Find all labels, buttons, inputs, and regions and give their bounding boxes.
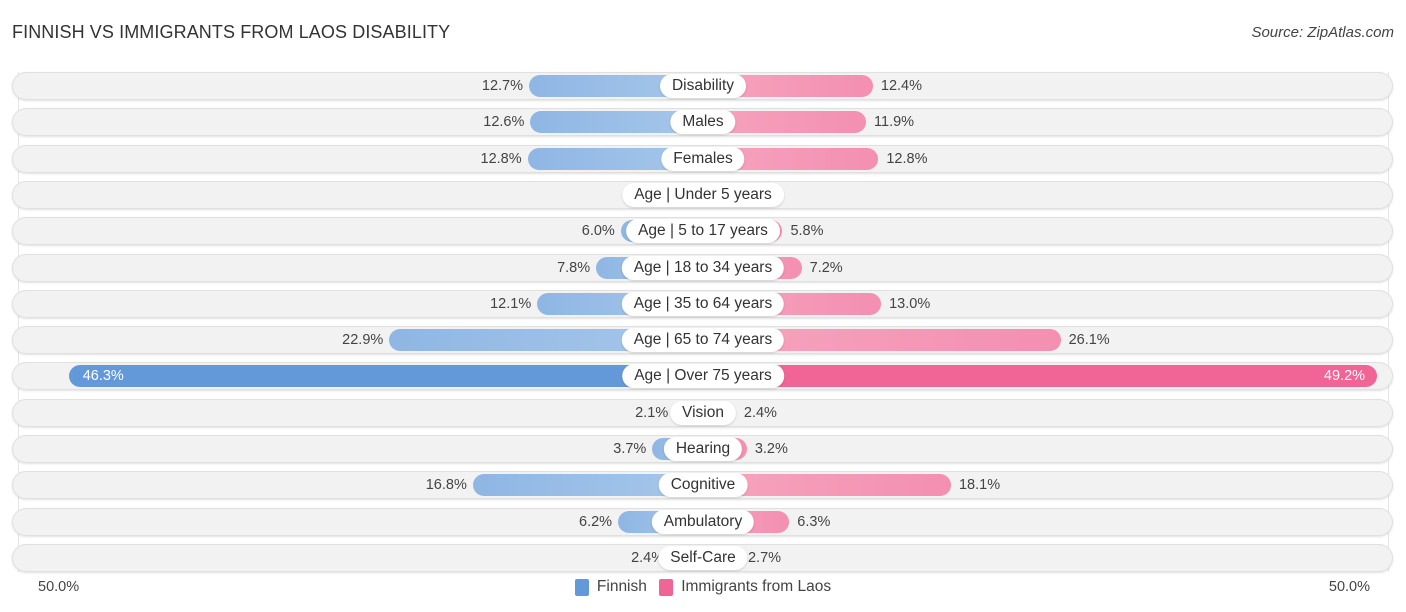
category-label: Vision <box>670 400 736 425</box>
legend-label-laos: Immigrants from Laos <box>681 578 832 595</box>
value-label-finnish: 16.8% <box>425 477 467 494</box>
value-label-laos: 5.8% <box>790 223 824 240</box>
value-label-finnish: 46.3% <box>82 368 124 385</box>
value-label-laos: 3.2% <box>754 441 788 457</box>
value-label-laos: 2.4% <box>743 404 777 421</box>
legend-swatch-finnish <box>574 578 589 596</box>
value-label-laos: 6.3% <box>797 513 831 530</box>
value-label-finnish: 22.9% <box>342 332 384 349</box>
value-label-finnish: 3.7% <box>613 441 647 457</box>
category-label: Hearing <box>663 437 743 461</box>
category-label: Age | 35 to 64 years <box>621 291 785 316</box>
value-label-finnish: 12.7% <box>481 78 524 94</box>
value-label-laos: 13.0% <box>889 295 931 312</box>
legend-item-laos[interactable]: Immigrants from Laos <box>659 578 831 596</box>
legend-label-finnish: Finnish <box>596 578 647 595</box>
category-label: Disability <box>659 74 747 98</box>
value-label-laos: 26.1% <box>1068 332 1110 349</box>
legend: Finnish Immigrants from Laos <box>0 578 1406 601</box>
value-label-laos: 11.9% <box>874 114 915 131</box>
value-label-laos: 2.7% <box>747 549 782 566</box>
value-label-finnish: 12.6% <box>483 114 525 131</box>
category-label: Self-Care <box>658 545 748 570</box>
value-label-finnish: 7.8% <box>557 259 591 276</box>
legend-swatch-laos <box>659 578 674 596</box>
value-label-laos: 12.4% <box>880 78 922 94</box>
category-label: Age | 5 to 17 years <box>626 219 780 244</box>
value-label-finnish: 6.2% <box>579 513 613 530</box>
category-label: Age | 65 to 74 years <box>621 328 785 353</box>
category-label: Females <box>661 146 745 171</box>
bar-laos[interactable] <box>692 365 1378 388</box>
value-label-laos: 12.8% <box>886 150 928 167</box>
value-label-finnish: 6.0% <box>581 223 615 240</box>
bar-finnish[interactable] <box>68 365 714 388</box>
category-label: Age | Under 5 years <box>622 182 784 207</box>
category-label: Ambulatory <box>651 509 755 534</box>
category-label: Males <box>670 110 736 135</box>
category-label: Cognitive <box>658 473 748 498</box>
diverging-bar-chart: 12.7% 12.4% Disability 12.6% 11.9% Males 12.8%… <box>0 0 1406 612</box>
value-label-finnish: 12.1% <box>490 295 532 312</box>
value-label-laos: 18.1% <box>958 477 1001 494</box>
category-label: Age | Over 75 years <box>622 364 784 389</box>
gridline-right <box>1388 72 1389 572</box>
value-label-finnish: 12.8% <box>480 150 522 167</box>
value-label-laos: 7.2% <box>809 259 843 276</box>
value-label-laos: 49.2% <box>1323 368 1366 385</box>
category-label: Age | 18 to 34 years <box>621 255 785 280</box>
legend-item-finnish[interactable]: Finnish <box>574 578 647 596</box>
value-label-finnish: 2.1% <box>635 404 669 421</box>
